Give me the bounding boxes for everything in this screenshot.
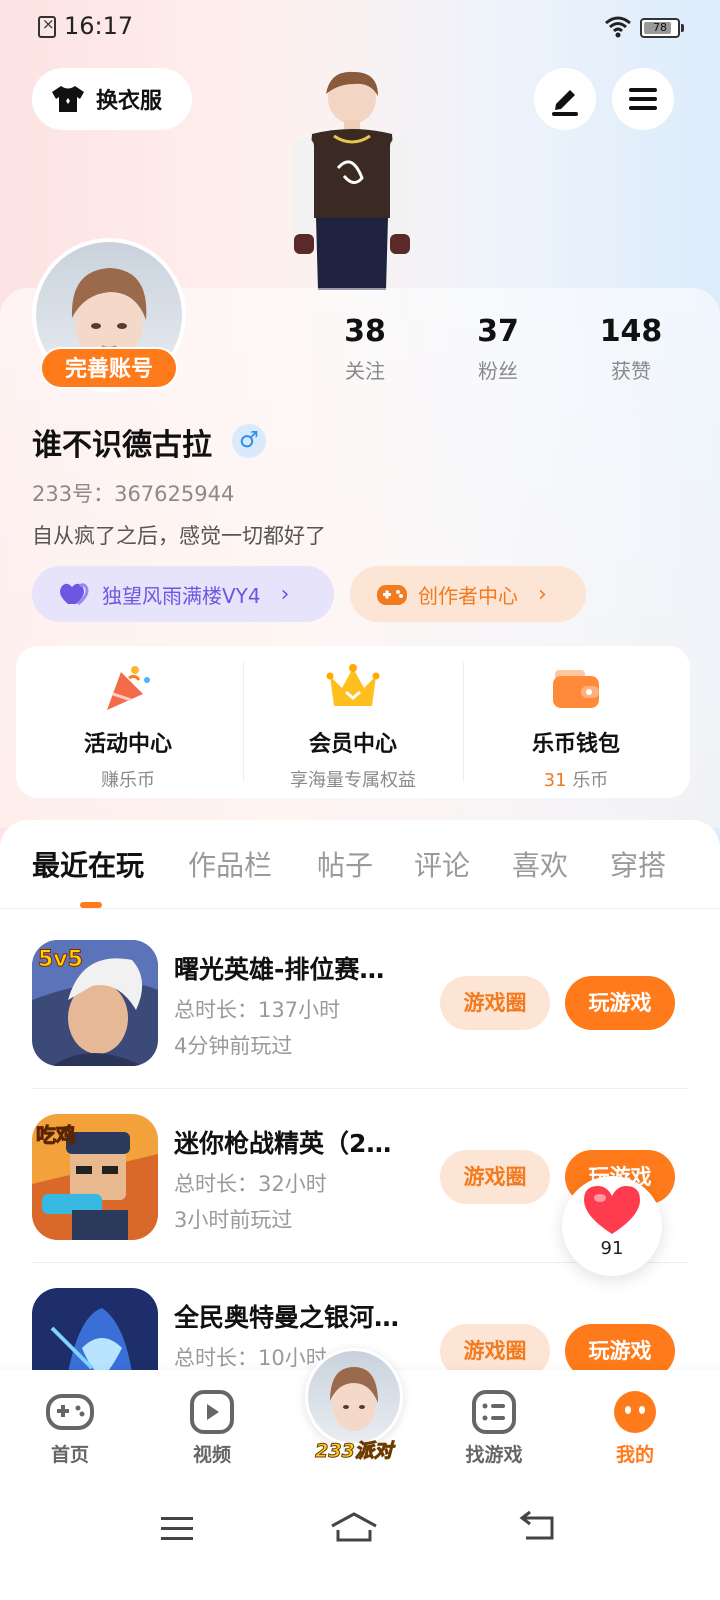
tshirt-icon	[52, 86, 84, 112]
following-count: 38	[344, 314, 386, 349]
crown-icon	[326, 664, 380, 706]
nav-video[interactable]: 视频	[162, 1390, 262, 1467]
battery-level: 78	[653, 21, 667, 34]
nav-party-button[interactable]	[305, 1348, 403, 1446]
nav-me[interactable]: 我的	[585, 1390, 685, 1467]
tab-recently-played[interactable]: 最近在玩	[32, 844, 144, 884]
user-id[interactable]: 233号：367625944	[32, 478, 234, 508]
profile-page: 16:17 78 换衣服	[0, 0, 720, 1600]
member-center-title: 会员中心	[308, 732, 397, 757]
party-popper-icon	[107, 666, 150, 710]
nav-video-label: 视频	[192, 1444, 231, 1466]
chevron-right-icon: ›	[280, 581, 290, 607]
likes-label: 获赞	[611, 359, 651, 383]
coin-wallet-entry[interactable]: 乐币钱包 31 乐币	[464, 646, 688, 798]
pen-icon	[552, 90, 578, 116]
battery-icon: 78	[640, 18, 680, 38]
heart-icon	[584, 1186, 640, 1234]
vip-level-pill[interactable]: 独望风雨满楼VY4 ›	[32, 566, 334, 622]
quick-entry-card: 活动中心 赚乐币 会员中心 享海量专属权益 乐币钱包 31 乐币	[16, 646, 690, 798]
game-circle-button[interactable]: 游戏圈	[440, 976, 550, 1030]
game-icon[interactable]: 5v5	[32, 940, 158, 1066]
vip-level-label: 独望风雨满楼VY4	[102, 583, 261, 608]
edit-profile-button[interactable]	[534, 68, 596, 130]
game-title: 迷你枪战精英（2…	[174, 1129, 392, 1158]
wifi-icon	[605, 16, 631, 38]
wallet-icon	[553, 670, 599, 708]
game-last-played: 4分钟前玩过	[174, 1034, 293, 1058]
like-count: 91	[600, 1238, 624, 1259]
change-outfit-button[interactable]: 换衣服	[32, 68, 192, 130]
tab-outfits[interactable]: 穿搭	[610, 844, 666, 884]
content-tabs: 最近在玩 作品栏 帖子 评论 喜欢 穿搭	[0, 844, 720, 904]
likes-count: 148	[599, 314, 663, 349]
bottom-nav: 首页 视频 233派对 找游戏 我的	[0, 1348, 720, 1486]
recent-apps-icon[interactable]	[157, 1514, 197, 1544]
coin-balance: 31	[543, 770, 567, 791]
heart-pair-icon	[60, 583, 89, 606]
coin-wallet-title: 乐币钱包	[531, 732, 620, 757]
coin-unit: 乐币	[572, 770, 609, 791]
content-section: 最近在玩 作品栏 帖子 评论 喜欢 穿搭 5v5 曙光英雄-排位赛… 总时长：1…	[0, 820, 720, 1414]
tab-posts[interactable]: 帖子	[317, 844, 373, 884]
floating-like-button[interactable]: 91	[562, 1176, 662, 1276]
system-nav-bar	[0, 1486, 720, 1600]
gender-male-icon: ♂	[232, 424, 266, 458]
game-duration: 总时长：137小时	[174, 998, 341, 1022]
followers-label: 粉丝	[478, 359, 518, 383]
game-title: 曙光英雄-排位赛…	[174, 955, 385, 984]
member-center-sub: 享海量专属权益	[290, 770, 416, 791]
chevron-right-icon: ›	[538, 581, 547, 607]
back-icon[interactable]	[518, 1510, 558, 1544]
tab-works[interactable]: 作品栏	[188, 844, 272, 884]
gamepad-icon	[46, 1394, 94, 1430]
game-icon-badge: 5v5	[38, 947, 83, 972]
no-sim-icon	[38, 15, 56, 38]
nickname: 谁不识德古拉	[32, 428, 212, 463]
game-row[interactable]: 5v5 曙光英雄-排位赛… 总时长：137小时 4分钟前玩过 游戏圈 玩游戏	[0, 940, 720, 1114]
followers-count: 37	[477, 314, 519, 349]
nav-home[interactable]: 首页	[20, 1390, 120, 1467]
game-duration: 总时长：32小时	[174, 1172, 327, 1196]
activity-center-entry[interactable]: 活动中心 赚乐币	[16, 646, 240, 798]
game-last-played: 3小时前玩过	[174, 1208, 293, 1232]
followers-stat[interactable]: 37 粉丝	[438, 314, 558, 384]
coin-wallet-sub: 31 乐币	[464, 766, 688, 792]
game-icon-badge: 吃鸡	[36, 1123, 76, 1147]
menu-button[interactable]	[612, 68, 674, 130]
following-stat[interactable]: 38 关注	[305, 314, 425, 384]
video-play-icon	[190, 1390, 234, 1434]
status-bar: 16:17 78	[0, 0, 720, 56]
member-center-entry[interactable]: 会员中心 享海量专属权益	[241, 646, 465, 798]
nav-party-label[interactable]: 233派对	[306, 1436, 402, 1463]
status-time: 16:17	[64, 12, 134, 40]
creator-center-label: 创作者中心	[418, 583, 518, 608]
avatar-3d-figure[interactable]	[282, 68, 422, 290]
complete-account-badge[interactable]: 完善账号	[40, 347, 178, 389]
tab-comments[interactable]: 评论	[414, 844, 470, 884]
activity-center-title: 活动中心	[83, 732, 172, 757]
menu-icon	[629, 88, 657, 92]
gamepad-icon	[377, 585, 407, 605]
party-avatar-image	[330, 1367, 378, 1431]
user-face-icon	[614, 1391, 656, 1433]
game-title: 全民奥特曼之银河…	[174, 1303, 400, 1332]
change-outfit-label: 换衣服	[96, 89, 163, 114]
nav-find-games-label: 找游戏	[465, 1444, 523, 1466]
game-duration: 总时长：10小时	[174, 1346, 327, 1370]
following-label: 关注	[345, 359, 385, 383]
play-game-button[interactable]: 玩游戏	[565, 976, 675, 1030]
likes-stat[interactable]: 148 获赞	[571, 314, 691, 384]
home-icon[interactable]	[328, 1510, 380, 1544]
game-circle-button[interactable]: 游戏圈	[440, 1150, 550, 1204]
activity-center-sub: 赚乐币	[101, 770, 155, 791]
game-icon[interactable]: 吃鸡	[32, 1114, 158, 1240]
nav-me-label: 我的	[615, 1444, 654, 1466]
bio: 自从疯了之后，感觉一切都好了	[32, 524, 326, 548]
creator-center-pill[interactable]: 创作者中心 ›	[350, 566, 586, 622]
tab-likes[interactable]: 喜欢	[512, 844, 568, 884]
nav-find-games[interactable]: 找游戏	[444, 1390, 544, 1467]
nav-home-label: 首页	[50, 1444, 89, 1466]
list-icon	[472, 1390, 516, 1434]
